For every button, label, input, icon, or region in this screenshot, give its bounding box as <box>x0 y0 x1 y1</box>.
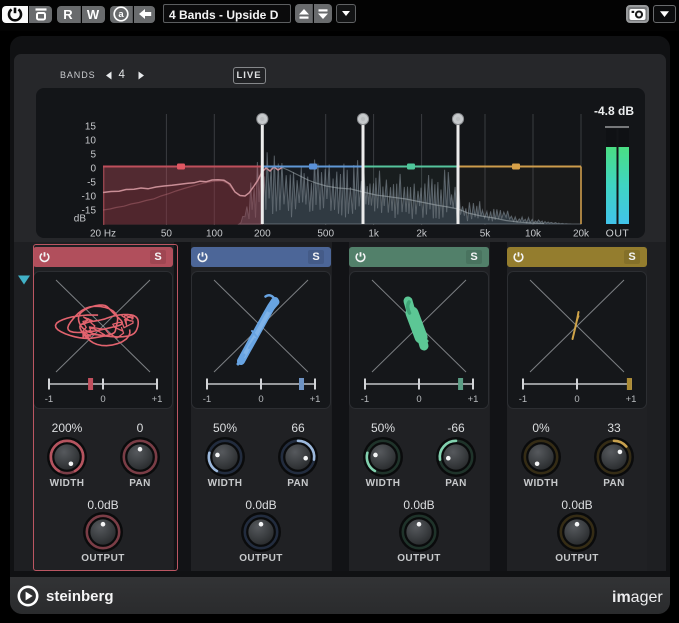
svg-text:-1: -1 <box>361 394 369 405</box>
svg-text:500: 500 <box>317 229 334 239</box>
svg-text:100: 100 <box>206 229 223 239</box>
svg-text:-4.8 dB: -4.8 dB <box>594 104 634 118</box>
svg-text:50: 50 <box>161 229 173 239</box>
svg-text:5k: 5k <box>480 229 492 239</box>
svg-text:1k: 1k <box>368 229 380 239</box>
svg-text:-1: -1 <box>203 394 211 405</box>
svg-text:-5: -5 <box>87 178 96 189</box>
svg-text:5: 5 <box>90 150 96 161</box>
svg-text:0: 0 <box>90 164 96 175</box>
svg-text:15: 15 <box>85 122 97 133</box>
svg-text:OUT: OUT <box>606 228 630 239</box>
svg-text:20k: 20k <box>573 229 590 239</box>
svg-text:10k: 10k <box>525 229 542 239</box>
svg-text:0: 0 <box>258 394 263 405</box>
svg-text:+1: +1 <box>468 394 479 405</box>
svg-text:10: 10 <box>85 136 97 147</box>
svg-text:2k: 2k <box>416 229 428 239</box>
svg-text:a: a <box>118 9 124 20</box>
svg-text:+1: +1 <box>310 394 321 405</box>
svg-text:200: 200 <box>254 229 271 239</box>
svg-text:0: 0 <box>574 394 579 405</box>
svg-text:20 Hz: 20 Hz <box>90 229 116 239</box>
svg-text:+1: +1 <box>626 394 637 405</box>
svg-text:dB: dB <box>74 214 87 225</box>
svg-text:-10: -10 <box>82 192 97 203</box>
svg-text:0: 0 <box>416 394 421 405</box>
svg-text:-1: -1 <box>519 394 527 405</box>
